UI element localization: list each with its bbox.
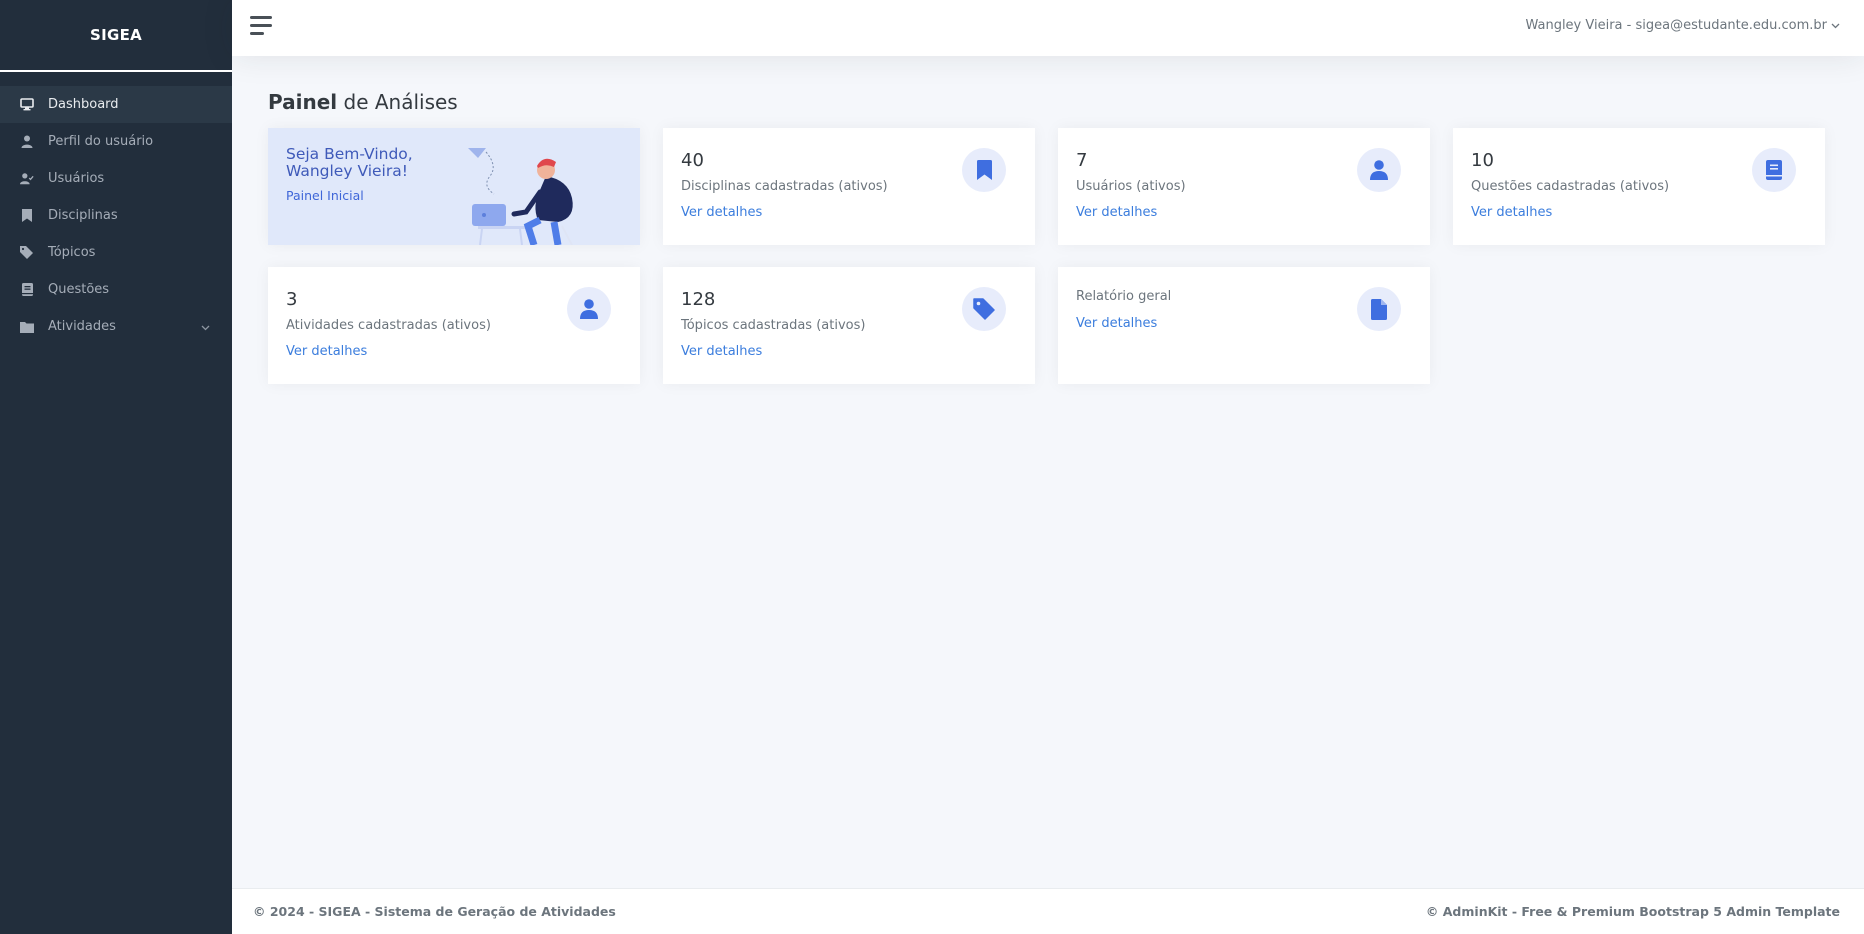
bookmark-icon bbox=[20, 209, 34, 223]
stat-card-usuarios: 7 Usuários (ativos) Ver detalhes bbox=[1058, 128, 1430, 245]
details-link[interactable]: Ver detalhes bbox=[1076, 205, 1157, 220]
stat-value: 7 bbox=[1076, 150, 1088, 171]
tag-icon bbox=[962, 287, 1006, 331]
user-icon bbox=[20, 135, 34, 149]
stat-value: 128 bbox=[681, 289, 716, 310]
stat-value: 3 bbox=[286, 289, 298, 310]
welcome-subtitle: Painel Inicial bbox=[286, 188, 364, 203]
menu-toggle-icon[interactable] bbox=[250, 16, 274, 36]
user-menu-label: Wangley Vieira - sigea@estudante.edu.com… bbox=[1525, 18, 1827, 33]
sidebar-item-label: Disciplinas bbox=[48, 208, 118, 223]
sidebar-item-usuarios[interactable]: Usuários bbox=[0, 160, 232, 197]
user-check-icon bbox=[20, 172, 34, 186]
details-link[interactable]: Ver detalhes bbox=[681, 344, 762, 359]
sidebar-item-disciplinas[interactable]: Disciplinas bbox=[0, 197, 232, 234]
stat-label: Tópicos cadastradas (ativos) bbox=[681, 318, 866, 333]
book-icon bbox=[1752, 148, 1796, 192]
footer: © 2024 - SIGEA - Sistema de Geração de A… bbox=[232, 888, 1864, 934]
stat-card-questoes: 10 Questões cadastradas (ativos) Ver det… bbox=[1453, 128, 1825, 245]
sidebar-item-label: Dashboard bbox=[48, 97, 119, 112]
welcome-card: Seja Bem-Vindo, Wangley Vieira! Painel I… bbox=[268, 128, 640, 245]
sidebar-item-label: Tópicos bbox=[48, 245, 96, 260]
welcome-illustration bbox=[468, 148, 573, 245]
stat-label: Usuários (ativos) bbox=[1076, 179, 1186, 194]
topbar: Wangley Vieira - sigea@estudante.edu.com… bbox=[232, 0, 1864, 56]
details-link[interactable]: Ver detalhes bbox=[286, 344, 367, 359]
stat-card-relatorio: Relatório geral Ver detalhes bbox=[1058, 267, 1430, 384]
stat-label: Questões cadastradas (ativos) bbox=[1471, 179, 1670, 194]
user-menu[interactable]: Wangley Vieira - sigea@estudante.edu.com… bbox=[1525, 18, 1840, 33]
page-title: Painel de Análises bbox=[268, 90, 458, 114]
chevron-down-icon bbox=[201, 320, 210, 335]
footer-template-credit[interactable]: © AdminKit - Free & Premium Bootstrap 5 … bbox=[1426, 904, 1840, 919]
sidebar-item-perfil[interactable]: Perfil do usuário bbox=[0, 123, 232, 160]
chevron-down-icon bbox=[1831, 18, 1840, 33]
stat-card-topicos: 128 Tópicos cadastradas (ativos) Ver det… bbox=[663, 267, 1035, 384]
sidebar-item-label: Questões bbox=[48, 282, 110, 297]
footer-copyright: © 2024 - SIGEA - Sistema de Geração de A… bbox=[253, 904, 616, 919]
user-icon bbox=[1357, 148, 1401, 192]
welcome-greeting: Seja Bem-Vindo, Wangley Vieira! bbox=[286, 145, 413, 180]
page-title-bold: Painel bbox=[268, 90, 338, 114]
tags-icon bbox=[20, 246, 34, 260]
stat-value: 10 bbox=[1471, 150, 1494, 171]
sidebar-nav: Dashboard Perfil do usuário Usuários Dis… bbox=[0, 86, 232, 345]
bookmark-icon bbox=[962, 148, 1006, 192]
stat-label: Relatório geral bbox=[1076, 289, 1172, 304]
sidebar-item-label: Atividades bbox=[48, 319, 116, 334]
stat-card-disciplinas: 40 Disciplinas cadastradas (ativos) Ver … bbox=[663, 128, 1035, 245]
stat-label: Disciplinas cadastradas (ativos) bbox=[681, 179, 888, 194]
sidebar-item-label: Usuários bbox=[48, 171, 105, 186]
sidebar-item-topicos[interactable]: Tópicos bbox=[0, 234, 232, 271]
stat-card-atividades: 3 Atividades cadastradas (ativos) Ver de… bbox=[268, 267, 640, 384]
stat-label: Atividades cadastradas (ativos) bbox=[286, 318, 491, 333]
brand-logo[interactable]: SIGEA bbox=[0, 0, 232, 72]
sidebar: SIGEA Dashboard Perfil do usuário Usuári… bbox=[0, 0, 232, 934]
user-icon bbox=[567, 287, 611, 331]
sidebar-item-dashboard[interactable]: Dashboard bbox=[0, 86, 232, 123]
page-title-rest: de Análises bbox=[337, 90, 458, 114]
desktop-icon bbox=[20, 98, 34, 112]
details-link[interactable]: Ver detalhes bbox=[681, 205, 762, 220]
sidebar-item-atividades[interactable]: Atividades bbox=[0, 308, 232, 345]
file-icon bbox=[1357, 287, 1401, 331]
folder-icon bbox=[20, 320, 34, 334]
details-link[interactable]: Ver detalhes bbox=[1471, 205, 1552, 220]
details-link[interactable]: Ver detalhes bbox=[1076, 316, 1157, 331]
sidebar-item-label: Perfil do usuário bbox=[48, 134, 154, 149]
book-icon bbox=[20, 283, 34, 297]
stat-value: 40 bbox=[681, 150, 704, 171]
sidebar-item-questoes[interactable]: Questões bbox=[0, 271, 232, 308]
